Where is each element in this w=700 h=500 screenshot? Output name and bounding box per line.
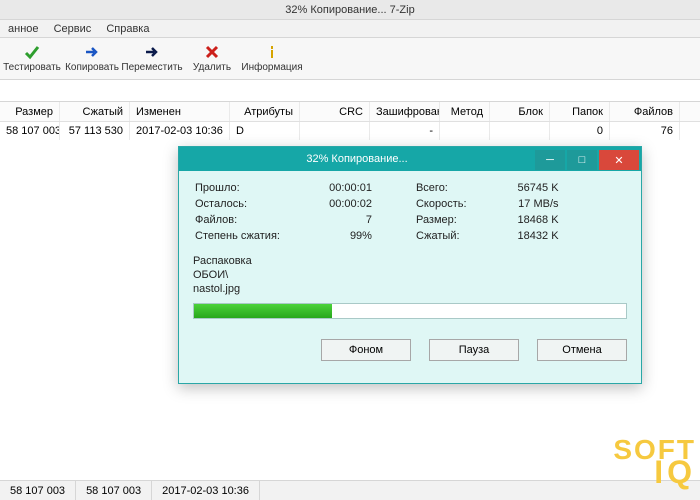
cell-modified: 2017-02-03 10:36 [130, 122, 230, 140]
label-speed: Скорость: [416, 197, 477, 211]
column-header[interactable]: CRC [300, 102, 370, 121]
watermark: SOFT IQ [613, 439, 696, 484]
value-speed: 17 MB/s [479, 197, 559, 211]
cell-packed: 57 113 530 [60, 122, 130, 140]
menu-item[interactable]: Справка [100, 20, 155, 38]
current-path-file: nastol.jpg [193, 283, 627, 295]
window-title: 32% Копирование... 7-Zip [285, 4, 414, 16]
label-size: Размер: [416, 213, 477, 227]
toolbar: Тестировать Копировать Переместить Удали… [0, 38, 700, 80]
label-elapsed: Прошло: [195, 181, 290, 195]
cell-attrs: D [230, 122, 300, 140]
toolbar-label: Информация [241, 62, 302, 73]
background-button[interactable]: Фоном [321, 339, 411, 361]
cell-size: 58 107 003 [0, 122, 60, 140]
status-bar: 58 107 003 58 107 003 2017-02-03 10:36 [0, 480, 700, 500]
value-files: 7 [292, 213, 372, 227]
value-size: 18468 K [479, 213, 559, 227]
stats-left: Прошло:00:00:01 Осталось:00:00:02 Файлов… [193, 179, 374, 245]
menu-item[interactable]: Сервис [48, 20, 98, 38]
cell-files: 76 [610, 122, 680, 140]
progress-bar [193, 303, 627, 319]
progress-fill [194, 304, 332, 318]
delete-button[interactable]: Удалить [182, 39, 242, 79]
label-ratio: Степень сжатия: [195, 229, 290, 243]
value-ratio: 99% [292, 229, 372, 243]
column-header[interactable]: Атрибуты [230, 102, 300, 121]
minimize-button[interactable]: ─ [535, 150, 565, 170]
column-header[interactable]: Папок [550, 102, 610, 121]
cell-block [490, 122, 550, 140]
stats-right: Всего:56745 K Скорость:17 MB/s Размер:18… [414, 179, 561, 245]
arrow-right-dark-icon [144, 44, 160, 60]
label-packed: Сжатый: [416, 229, 477, 243]
toolbar-label: Удалить [193, 62, 231, 73]
progress-dialog: 32% Копирование... ─ □ ✕ Прошло:00:00:01… [178, 146, 642, 384]
toolbar-label: Копировать [65, 62, 119, 73]
cell-crc [300, 122, 370, 140]
column-header[interactable]: Блок [490, 102, 550, 121]
value-packed: 18432 K [479, 229, 559, 243]
menu-item[interactable]: анное [2, 20, 45, 38]
column-header[interactable]: Изменен [130, 102, 230, 121]
column-headers: Размер Сжатый Изменен Атрибуты CRC Зашиф… [0, 102, 700, 122]
toolbar-label: Тестировать [3, 62, 61, 73]
close-button[interactable]: ✕ [599, 150, 639, 170]
toolbar-label: Переместить [121, 62, 182, 73]
column-header[interactable]: Файлов [610, 102, 680, 121]
column-header[interactable]: Размер [0, 102, 60, 121]
maximize-button[interactable]: □ [567, 150, 597, 170]
column-header[interactable]: Сжатый [60, 102, 130, 121]
info-button[interactable]: Информация [242, 39, 302, 79]
info-icon [264, 44, 280, 60]
status-date: 2017-02-03 10:36 [152, 481, 260, 500]
window-titlebar: 32% Копирование... 7-Zip [0, 0, 700, 20]
watermark-line1: SOFT [613, 439, 696, 460]
cell-method [440, 122, 490, 140]
move-button[interactable]: Переместить [122, 39, 182, 79]
test-button[interactable]: Тестировать [2, 39, 62, 79]
check-icon [24, 44, 40, 60]
value-elapsed: 00:00:01 [292, 181, 372, 195]
arrow-right-icon [84, 44, 100, 60]
section-label: Распаковка [193, 255, 627, 267]
status-size-b: 58 107 003 [76, 481, 152, 500]
address-bar[interactable] [0, 80, 700, 102]
cancel-button[interactable]: Отмена [537, 339, 627, 361]
cell-encrypted: - [370, 122, 440, 140]
label-files: Файлов: [195, 213, 290, 227]
label-total: Всего: [416, 181, 477, 195]
dialog-body: Прошло:00:00:01 Осталось:00:00:02 Файлов… [179, 171, 641, 329]
column-header[interactable]: Метод [440, 102, 490, 121]
label-remaining: Осталось: [195, 197, 290, 211]
current-path-folder: ОБОИ\ [193, 269, 627, 281]
cross-icon [204, 44, 220, 60]
dialog-title: 32% Копирование... [179, 153, 535, 165]
menubar: анное Сервис Справка [0, 20, 700, 38]
pause-button[interactable]: Пауза [429, 339, 519, 361]
status-size-a: 58 107 003 [0, 481, 76, 500]
table-row[interactable]: 58 107 003 57 113 530 2017-02-03 10:36 D… [0, 122, 700, 140]
cell-folders: 0 [550, 122, 610, 140]
value-remaining: 00:00:02 [292, 197, 372, 211]
copy-button[interactable]: Копировать [62, 39, 122, 79]
dialog-titlebar[interactable]: 32% Копирование... ─ □ ✕ [179, 147, 641, 171]
value-total: 56745 K [479, 181, 559, 195]
column-header[interactable]: Зашифрован [370, 102, 440, 121]
